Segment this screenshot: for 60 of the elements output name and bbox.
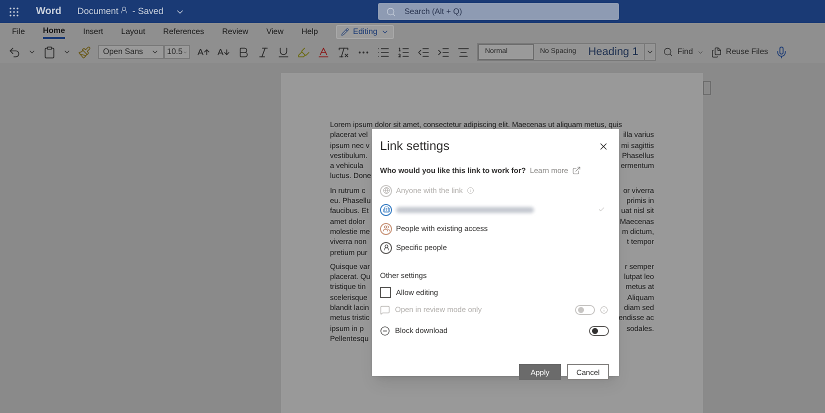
decrease-indent-icon[interactable] [417, 46, 430, 58]
menu-tab[interactable]: View [266, 26, 284, 38]
chevron-down-icon [151, 48, 159, 56]
font-field[interactable]: Open Sans [98, 45, 164, 59]
search-icon [663, 47, 674, 57]
bold-icon[interactable] [237, 46, 250, 58]
increase-indent-icon[interactable] [437, 46, 450, 58]
app-launcher-icon[interactable] [8, 6, 20, 18]
people-icon [380, 222, 392, 234]
pencil-icon [340, 28, 349, 36]
close-icon[interactable] [598, 140, 609, 152]
chevron-down-icon [63, 48, 71, 56]
chevron-down-icon [696, 48, 704, 56]
microphone-icon[interactable] [775, 46, 788, 58]
menu-tab[interactable]: Help [302, 26, 318, 38]
external-link-icon [572, 166, 582, 175]
style-option[interactable]: Heading 1 [582, 44, 644, 60]
app-name: Word [36, 5, 62, 19]
underline-icon[interactable] [277, 46, 290, 58]
checkmark-icon [598, 206, 605, 213]
toggle-switch[interactable] [589, 326, 609, 336]
clear-formatting-icon[interactable] [337, 46, 350, 58]
menu-tab[interactable]: Layout [121, 26, 146, 38]
search-input[interactable]: Search (Alt + Q) [404, 6, 612, 18]
page-marker [703, 81, 711, 95]
block-icon [380, 326, 390, 336]
dialog-title: Link settings [380, 138, 450, 155]
undo-icon[interactable] [8, 46, 21, 58]
editing-mode-button[interactable]: Editing [336, 25, 394, 39]
person-icon [120, 6, 128, 14]
chevron-down-icon [646, 48, 654, 56]
font-size: 10.5 [167, 46, 183, 58]
building-icon [380, 204, 392, 216]
chevron-down-icon [381, 28, 390, 36]
save-status: - Saved [132, 4, 164, 18]
menu-tab[interactable]: Home [42, 25, 66, 39]
font-size-field[interactable]: 10.5 [164, 45, 190, 59]
menu-tab[interactable]: Insert [83, 26, 104, 38]
search-icon [386, 6, 396, 16]
find-button[interactable]: Find [663, 46, 704, 58]
review-icon [380, 304, 390, 315]
font-color-icon[interactable] [317, 46, 330, 58]
clipboard-icon[interactable] [43, 46, 56, 58]
font-name: Open Sans [103, 46, 144, 58]
reuse-files-button[interactable]: Reuse Files [710, 46, 768, 58]
globe-icon [380, 184, 392, 196]
files-icon [710, 46, 722, 58]
search-field[interactable]: Search (Alt + Q) [378, 3, 620, 20]
italic-icon[interactable] [257, 46, 270, 58]
checkbox[interactable] [380, 286, 391, 298]
chevron-down-icon [28, 48, 36, 56]
align-icon[interactable] [457, 46, 470, 58]
menu-tab[interactable]: Review [222, 26, 248, 38]
chevron-down-icon [182, 48, 187, 56]
document-name[interactable]: Document [77, 4, 118, 18]
numbering-icon[interactable] [397, 46, 410, 58]
person-icon [380, 242, 392, 254]
info-icon [600, 306, 608, 314]
menu-tab[interactable]: References [163, 26, 204, 38]
menu-tab[interactable]: File [12, 26, 25, 38]
